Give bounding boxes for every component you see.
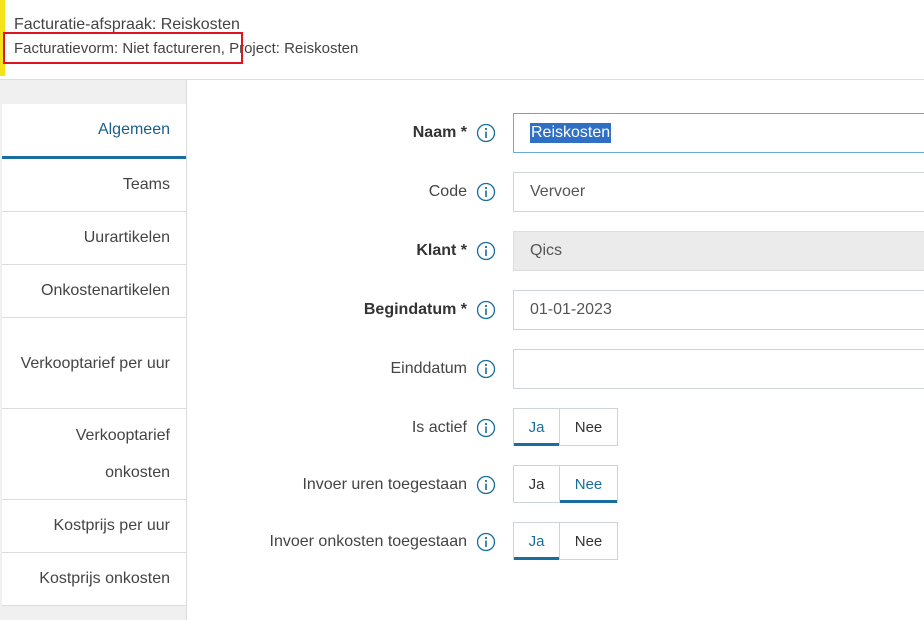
sidebar-item-label: Uurartikelen <box>83 229 170 246</box>
sidebar-item-kostprijs-per-uur[interactable]: Kostprijs per uur <box>2 500 186 553</box>
form-row-invoer-uren: Invoer uren toegestaan Ja Nee <box>187 465 924 505</box>
info-icon[interactable] <box>476 475 496 495</box>
sidebar-item-algemeen[interactable]: Algemeen <box>2 104 186 159</box>
form-row-is-actief: Is actief Ja Nee <box>187 408 924 448</box>
is-actief-ja-button[interactable]: Ja <box>514 409 559 446</box>
highlight-annotation <box>3 32 243 64</box>
code-input[interactable]: Vervoer <box>513 172 924 212</box>
sidebar-item-verkooptarief-onkosten[interactable]: Verkooptarief onkosten <box>2 409 186 500</box>
info-icon[interactable] <box>476 300 496 320</box>
sidebar-item-uurartikelen[interactable]: Uurartikelen <box>2 212 186 265</box>
klant-label: Klant * <box>416 242 467 259</box>
invoer-onkosten-label: Invoer onkosten toegestaan <box>269 533 467 550</box>
invoer-uren-ja-button[interactable]: Ja <box>514 466 559 502</box>
einddatum-label: Einddatum <box>390 360 468 377</box>
naam-value: Reiskosten <box>530 123 612 143</box>
page-header: Facturatie-afspraak: Reiskosten Facturat… <box>0 0 924 80</box>
sidebar-item-onkostenartikelen[interactable]: Onkostenartikelen <box>2 265 186 318</box>
is-actief-nee-button[interactable]: Nee <box>559 409 617 445</box>
naam-label: Naam * <box>412 124 467 141</box>
form-row-klant: Klant * Qics <box>187 231 924 271</box>
sidebar-item-kostprijs-onkosten[interactable]: Kostprijs onkosten <box>2 553 186 606</box>
sidebar-item-label: Kostprijs per uur <box>53 517 171 534</box>
sidebar-item-verkooptarief-per-uur[interactable]: Verkooptarief per uur <box>2 318 186 409</box>
info-icon[interactable] <box>476 418 496 438</box>
begindatum-label: Begindatum * <box>363 301 467 318</box>
invoer-uren-label: Invoer uren toegestaan <box>302 476 467 493</box>
is-actief-toggle: Ja Nee <box>513 408 618 446</box>
form-row-naam: Naam * Reiskosten <box>187 113 924 153</box>
info-icon[interactable] <box>476 123 496 143</box>
form-row-begindatum: Begindatum * 01-01-2023 <box>187 290 924 330</box>
invoer-onkosten-ja-button[interactable]: Ja <box>514 523 559 560</box>
sidebar-item-teams[interactable]: Teams <box>2 159 186 212</box>
form-panel: Naam * Reiskosten Code Vervoer Klant * Q… <box>186 80 924 620</box>
info-icon[interactable] <box>476 359 496 379</box>
klant-input: Qics <box>513 231 924 271</box>
invoer-uren-nee-button[interactable]: Nee <box>559 466 617 503</box>
einddatum-input[interactable] <box>513 349 924 389</box>
invoer-uren-toggle: Ja Nee <box>513 465 618 503</box>
sidebar-list: Algemeen Teams Uurartikelen Onkostenarti… <box>2 104 186 606</box>
form-row-code: Code Vervoer <box>187 172 924 212</box>
form-row-invoer-onkosten: Invoer onkosten toegestaan Ja Nee <box>187 522 924 562</box>
begindatum-input[interactable]: 01-01-2023 <box>513 290 924 330</box>
info-icon[interactable] <box>476 182 496 202</box>
sidebar-item-label: Kostprijs onkosten <box>39 570 170 587</box>
invoer-onkosten-nee-button[interactable]: Nee <box>559 523 617 559</box>
form-row-einddatum: Einddatum <box>187 349 924 389</box>
sidebar-item-label: Onkostenartikelen <box>41 282 170 299</box>
sidebar-item-label: Teams <box>122 176 170 193</box>
sidebar: Algemeen Teams Uurartikelen Onkostenarti… <box>0 80 186 620</box>
sidebar-item-label: Algemeen <box>97 121 170 138</box>
code-label: Code <box>428 183 467 200</box>
info-icon[interactable] <box>476 241 496 261</box>
sidebar-item-label: Verkooptarief per uur <box>20 354 170 372</box>
naam-input[interactable]: Reiskosten <box>513 113 924 153</box>
is-actief-label: Is actief <box>411 419 467 436</box>
invoer-onkosten-toggle: Ja Nee <box>513 522 618 560</box>
sidebar-item-label: Verkooptarief onkosten <box>75 427 170 481</box>
info-icon[interactable] <box>476 532 496 552</box>
